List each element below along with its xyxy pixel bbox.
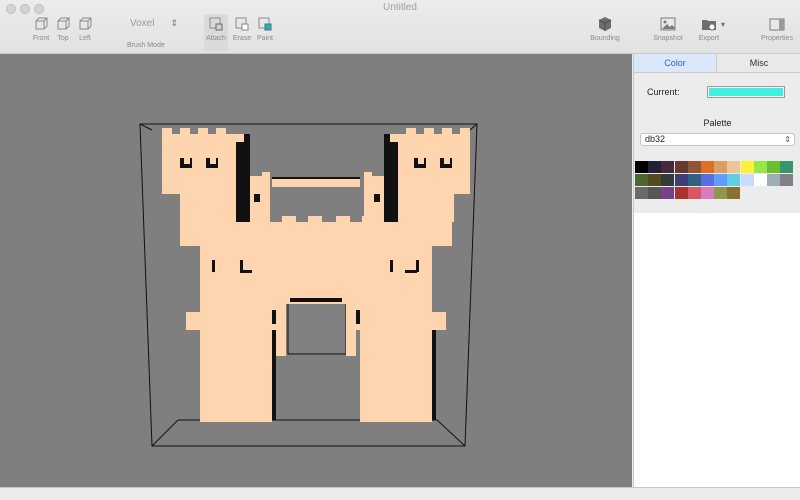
cube-top-icon xyxy=(57,17,70,30)
erase-icon xyxy=(235,17,249,31)
snapshot-label: Snapshot xyxy=(653,35,683,42)
sidebar-icon xyxy=(769,18,785,31)
palette-swatch[interactable] xyxy=(727,161,741,173)
export-chevron-down-icon[interactable]: ▾ xyxy=(721,20,725,29)
current-color-label: Current: xyxy=(647,87,680,97)
palette-swatch[interactable] xyxy=(753,174,767,186)
palette-swatch[interactable] xyxy=(674,161,688,173)
palette-swatch[interactable] xyxy=(767,174,780,186)
erase-label: Erase xyxy=(232,35,252,42)
palette-swatch[interactable] xyxy=(635,187,648,199)
top-view-button[interactable]: Top xyxy=(54,16,72,42)
titlebar-toolbar: Untitled Front Top Left Voxel ⇕ Brush Mo… xyxy=(0,0,800,54)
paint-button[interactable]: Paint xyxy=(255,16,275,42)
current-color-fill xyxy=(709,88,783,96)
palette-swatch[interactable] xyxy=(727,174,741,186)
palette-label: Palette xyxy=(703,118,732,128)
brush-mode-label: Brush Mode xyxy=(127,42,165,49)
top-view-label: Top xyxy=(57,35,69,42)
palette-swatch[interactable] xyxy=(648,187,662,199)
palette-select[interactable]: db32 ⇕ xyxy=(640,133,795,146)
palette-swatch[interactable] xyxy=(635,174,648,186)
brush-mode-value: Voxel xyxy=(130,18,155,29)
palette-swatch[interactable] xyxy=(714,187,728,199)
palette-swatch[interactable] xyxy=(740,174,754,186)
palette-swatch[interactable] xyxy=(780,161,794,173)
properties-button[interactable]: Properties xyxy=(759,16,795,42)
palette-swatch[interactable] xyxy=(714,161,728,173)
snapshot-button[interactable]: Snapshot xyxy=(651,16,685,42)
left-tower-top xyxy=(162,128,270,222)
palette-swatch[interactable] xyxy=(635,161,648,173)
front-view-button[interactable]: Front xyxy=(31,16,51,42)
left-view-button[interactable]: Left xyxy=(76,16,94,42)
image-icon xyxy=(660,17,676,31)
paint-label: Paint xyxy=(257,35,273,42)
tab-misc[interactable]: Misc xyxy=(717,54,800,72)
palette-swatch[interactable] xyxy=(714,174,728,186)
panel-tabs: Color Misc xyxy=(634,54,800,73)
castle-model xyxy=(139,123,478,447)
bounding-button[interactable]: Bounding xyxy=(588,16,622,42)
palette-swatch[interactable] xyxy=(727,187,741,199)
tab-color[interactable]: Color xyxy=(634,54,717,72)
palette-swatch[interactable] xyxy=(753,161,767,173)
properties-panel: Color Misc Current: Palette db32 ⇕ xyxy=(633,54,800,487)
left-pillar xyxy=(186,304,286,422)
palette-swatch[interactable] xyxy=(767,161,780,173)
window-title: Untitled xyxy=(383,2,417,13)
right-pillar xyxy=(346,304,446,422)
chevron-updown-icon: ⇕ xyxy=(784,135,791,144)
chevron-updown-icon: ⇕ xyxy=(170,18,178,28)
palette-swatch[interactable] xyxy=(701,174,714,186)
cube-front-icon xyxy=(35,17,48,30)
app-window: Untitled Front Top Left Voxel ⇕ Brush Mo… xyxy=(0,0,800,488)
cube-left-icon xyxy=(79,17,92,30)
palette-swatch[interactable] xyxy=(648,174,662,186)
attach-button[interactable]: Attach xyxy=(204,14,228,51)
attach-icon xyxy=(209,17,223,31)
folder-icon xyxy=(702,20,716,31)
current-color-well[interactable] xyxy=(707,86,785,98)
palette-swatch[interactable] xyxy=(661,161,675,173)
export-button[interactable]: Export xyxy=(695,16,723,42)
right-tower-top xyxy=(364,128,470,222)
palette-swatch[interactable] xyxy=(674,187,688,199)
palette-swatch[interactable] xyxy=(661,187,675,199)
wall-crenellations xyxy=(180,214,452,246)
palette-swatch[interactable] xyxy=(687,161,701,173)
palette-swatch[interactable] xyxy=(701,187,714,199)
bounding-label: Bounding xyxy=(590,35,620,42)
front-view-label: Front xyxy=(32,35,50,42)
erase-button[interactable]: Erase xyxy=(232,16,252,42)
palette-swatch[interactable] xyxy=(780,174,794,186)
palette-swatch[interactable] xyxy=(648,161,662,173)
palette-swatch[interactable] xyxy=(701,161,714,173)
main-wall xyxy=(200,246,432,304)
palette-swatch[interactable] xyxy=(661,174,675,186)
voxel-viewport[interactable] xyxy=(0,54,632,487)
palette-swatch[interactable] xyxy=(687,174,701,186)
palette-swatch[interactable] xyxy=(674,174,688,186)
palette-swatch[interactable] xyxy=(740,161,754,173)
palette-swatch[interactable] xyxy=(687,187,701,199)
left-view-label: Left xyxy=(79,35,91,42)
palette-select-value: db32 xyxy=(645,134,666,144)
properties-label: Properties xyxy=(761,35,793,42)
bounding-box-icon xyxy=(598,17,612,31)
brush-mode-select[interactable]: Voxel ⇕ xyxy=(124,18,180,29)
attach-label: Attach xyxy=(206,35,226,42)
export-label: Export xyxy=(698,35,720,42)
paint-icon xyxy=(258,17,272,31)
